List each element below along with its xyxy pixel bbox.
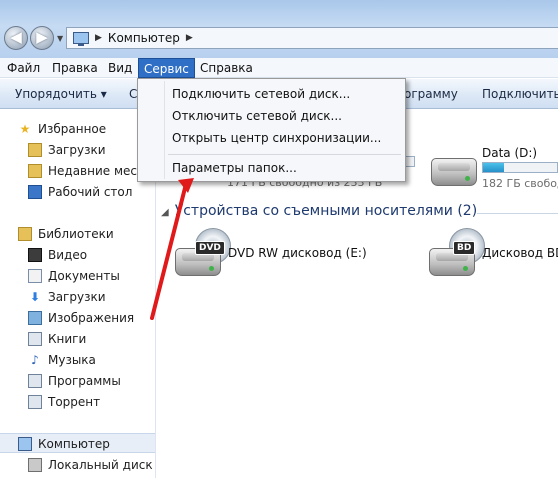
- map-network-drive-button[interactable]: Подключить с: [482, 87, 558, 101]
- tools-dropdown-menu: Подключить сетевой диск... Отключить сет…: [137, 78, 406, 182]
- nav-item-label: Музыка: [48, 353, 96, 367]
- dvd-badge: DVD: [195, 241, 225, 255]
- back-button[interactable]: ◀: [4, 26, 28, 50]
- breadcrumb-separator-icon[interactable]: ▶: [186, 33, 193, 43]
- local-disk-icon: [28, 458, 42, 472]
- menu-icon-gutter: [164, 81, 165, 179]
- menu-open-sync-center[interactable]: Открыть центр синхронизации...: [172, 131, 381, 145]
- back-arrow-icon: ◀: [10, 28, 22, 46]
- collapse-triangle-icon[interactable]: ◢: [161, 207, 169, 218]
- computer-icon: [18, 437, 32, 451]
- documents-library-icon: [28, 269, 42, 283]
- video-library-icon: [28, 248, 42, 262]
- menu-bar: Файл Правка Вид Сервис Справка: [0, 58, 558, 78]
- drive-free-space: 182 ГБ свободно: [482, 177, 558, 190]
- window-titlebar: ◀ ▶ ▼ ▶ Компьютер ▶: [0, 0, 558, 58]
- drive-name: Data (D:): [482, 146, 538, 160]
- nav-computer[interactable]: Компьютер: [0, 433, 155, 453]
- group-divider: [477, 213, 558, 214]
- menu-view[interactable]: Вид: [103, 58, 137, 78]
- libraries-icon: [18, 227, 32, 241]
- menu-edit[interactable]: Правка: [47, 58, 103, 78]
- menu-folder-options[interactable]: Параметры папок...: [172, 161, 297, 175]
- books-library-icon: [28, 332, 42, 346]
- bd-badge: BD: [453, 241, 476, 255]
- breadcrumb-separator-icon[interactable]: ▶: [95, 33, 102, 43]
- recent-places-icon: [28, 164, 42, 178]
- torrent-library-icon: [28, 395, 42, 409]
- menu-map-network-drive[interactable]: Подключить сетевой диск...: [172, 87, 350, 101]
- group-header-label: Устройства со съемными носителями (2): [174, 203, 478, 219]
- nav-item-label: Загрузки: [48, 290, 106, 304]
- capacity-fill: [483, 163, 504, 172]
- menu-file[interactable]: Файл: [2, 58, 45, 78]
- nav-item-label: Видео: [48, 248, 88, 262]
- nav-item-label: Изображения: [48, 311, 135, 325]
- address-bar[interactable]: ▶ Компьютер ▶: [66, 27, 558, 49]
- desktop-icon: [28, 185, 42, 199]
- nav-item-label: Рабочий стол: [48, 185, 133, 199]
- menu-separator: [168, 154, 401, 155]
- forward-arrow-icon: ▶: [36, 28, 48, 46]
- nav-computer-label: Компьютер: [38, 437, 110, 451]
- nav-favorites-label: Избранное: [38, 122, 107, 136]
- capacity-bar: [482, 162, 558, 173]
- recent-pages-dropdown-icon[interactable]: ▼: [57, 34, 63, 43]
- uninstall-program-button[interactable]: ограмму: [404, 87, 458, 101]
- downloads-folder-icon: [28, 143, 42, 157]
- nav-item-label: Локальный диск (С: [48, 458, 155, 472]
- menu-help[interactable]: Справка: [195, 58, 258, 78]
- nav-item-label: Программы: [48, 374, 121, 388]
- hard-drive-icon: [431, 158, 477, 186]
- organize-button[interactable]: Упорядочить ▾: [15, 87, 107, 101]
- removable-devices-group-header[interactable]: ◢ Устройства со съемными носителями (2): [161, 203, 477, 219]
- programs-library-icon: [28, 374, 42, 388]
- nav-item-label: Торрент: [48, 395, 101, 409]
- music-library-icon: ♪: [31, 353, 39, 367]
- nav-item-label: Недавние места: [48, 164, 152, 178]
- navigation-pane: ★ Избранное Загрузки Недавние места Рабо…: [0, 110, 156, 478]
- nav-libraries-label: Библиотеки: [38, 227, 114, 241]
- pictures-library-icon: [28, 311, 42, 325]
- menu-tools[interactable]: Сервис: [138, 58, 195, 78]
- drive-name: Дисковод BD-: [482, 246, 558, 260]
- forward-button[interactable]: ▶: [30, 26, 54, 50]
- nav-item-label: Загрузки: [48, 143, 106, 157]
- drive-name: DVD RW дисковод (E:): [228, 246, 367, 260]
- nav-item-label: Документы: [48, 269, 120, 283]
- menu-disconnect-network-drive[interactable]: Отключить сетевой диск...: [172, 109, 342, 123]
- nav-item-label: Книги: [48, 332, 87, 346]
- downloads-arrow-icon: ⬇: [29, 290, 41, 304]
- breadcrumb-computer[interactable]: Компьютер: [108, 31, 180, 45]
- star-icon: ★: [19, 122, 31, 136]
- computer-icon: [73, 32, 89, 46]
